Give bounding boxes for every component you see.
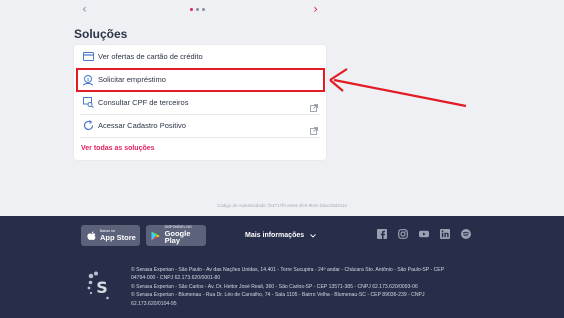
google-play-text: DISPONÍVEL NO Google Play — [165, 226, 206, 245]
section-title: Soluções — [74, 27, 128, 41]
carousel-dot[interactable] — [196, 8, 199, 11]
solution-item-label: Acessar Cadastro Positivo — [98, 121, 186, 130]
linkedin-icon[interactable] — [440, 229, 450, 239]
document-search-icon — [82, 97, 94, 109]
app-store-text: Baixar na App Store — [100, 229, 136, 242]
footer: Baixar na App Store DISPONÍVEL NO Google… — [0, 216, 564, 318]
carousel-dot[interactable] — [202, 8, 205, 11]
external-link-icon — [310, 122, 318, 135]
app-store-label: App Store — [100, 232, 136, 242]
divider — [80, 137, 320, 138]
solution-item-credit-card[interactable]: Ver ofertas de cartão de crédito — [74, 45, 326, 68]
legal-line-sao-carlos: © Serasa Experian - São Carlos - Av. Dr.… — [131, 283, 418, 290]
chevron-down-icon — [310, 233, 316, 238]
refresh-circle-icon — [82, 120, 94, 132]
chevron-right-icon[interactable]: › — [313, 2, 318, 16]
instagram-icon[interactable] — [398, 229, 408, 239]
facebook-icon[interactable] — [377, 229, 387, 239]
highlight-box — [76, 68, 325, 92]
google-play-button[interactable]: DISPONÍVEL NO Google Play — [146, 225, 206, 246]
youtube-icon[interactable] — [419, 229, 429, 239]
svg-text:S: S — [96, 278, 108, 297]
solution-item-consult-cpf[interactable]: Consultar CPF de terceiros — [74, 91, 326, 114]
solutions-card: Ver ofertas de cartão de crédito $ Solic… — [74, 45, 326, 160]
carousel-dots — [190, 8, 205, 11]
legal-line-sao-paulo: © Serasa Experian - São Paulo - Av das N… — [131, 267, 445, 282]
legal-addresses: © Serasa Experian - São Paulo - Av das N… — [131, 266, 461, 308]
carousel-dot[interactable] — [190, 8, 193, 11]
legal-line-blumenau: © Serasa Experian - Blumenau - Rua Dr. L… — [131, 292, 425, 307]
solution-item-positive-registry[interactable]: Acessar Cadastro Positivo — [74, 114, 326, 137]
credit-card-icon — [82, 51, 94, 63]
apple-icon — [86, 231, 96, 241]
more-info-toggle[interactable]: Mais informações — [245, 232, 316, 239]
more-info-label: Mais informações — [245, 232, 305, 239]
solution-item-label: Consultar CPF de terceiros — [98, 98, 189, 107]
authenticity-code: Código de Autenticidade: fb4717f0-ae94-4… — [216, 203, 348, 208]
solution-item-label: Ver ofertas de cartão de crédito — [98, 52, 203, 61]
google-play-icon — [151, 231, 161, 241]
see-all-solutions-link[interactable]: Ver todas as soluções — [81, 145, 155, 152]
spotify-icon[interactable] — [461, 229, 471, 239]
carousel-nav: ‹ › — [74, 2, 326, 16]
external-link-icon — [310, 99, 318, 112]
chevron-left-icon[interactable]: ‹ — [82, 2, 87, 16]
app-store-button[interactable]: Baixar na App Store — [81, 225, 140, 246]
google-play-label: Google Play — [164, 228, 191, 246]
serasa-logo: S — [87, 271, 109, 300]
